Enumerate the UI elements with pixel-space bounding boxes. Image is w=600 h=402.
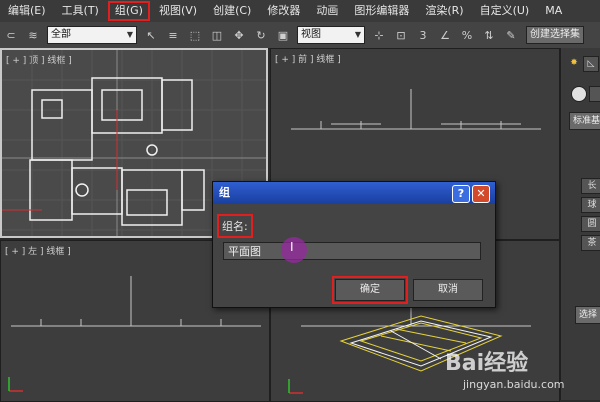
- object-type-dropdown[interactable]: 标准基: [569, 112, 600, 130]
- pivot-icon[interactable]: ⊹: [370, 26, 388, 44]
- dialog-titlebar[interactable]: 组 ? ✕: [213, 182, 495, 204]
- baidu-watermark: Bai经验 jingyan.baidu.com: [445, 345, 595, 400]
- sphere-button[interactable]: 球: [581, 197, 600, 213]
- menu-views[interactable]: 视图(V): [151, 0, 205, 22]
- chevron-down-icon: ▼: [354, 30, 361, 39]
- menu-bar: 编辑(E) 工具(T) 组(G) 视图(V) 创建(C) 修改器 动画 图形编辑…: [0, 0, 600, 23]
- coord-system-value: 视图: [301, 29, 321, 40]
- mirror-icon[interactable]: ⊡: [392, 26, 410, 44]
- select-by-name-icon[interactable]: ≡: [164, 26, 182, 44]
- menu-rendering[interactable]: 渲染(R): [417, 0, 471, 22]
- angle-snap-icon[interactable]: ∠: [436, 26, 454, 44]
- cylinder-button[interactable]: 圆: [581, 216, 600, 232]
- percent-snap-icon[interactable]: %: [458, 26, 476, 44]
- menu-modifiers[interactable]: 修改器: [259, 0, 308, 22]
- link-icon[interactable]: ⊂: [2, 26, 20, 44]
- menu-group[interactable]: 组(G): [107, 0, 151, 22]
- create-tab-icon[interactable]: ✸: [567, 56, 581, 70]
- watermark-url: jingyan.baidu.com: [463, 378, 565, 391]
- menu-customize[interactable]: 自定义(U): [472, 0, 538, 22]
- scale-icon[interactable]: ▣: [274, 26, 292, 44]
- cursor-highlight: [281, 237, 307, 263]
- move-icon[interactable]: ✥: [230, 26, 248, 44]
- group-dialog: 组 ? ✕ 组名: 平面图 I 确定 取消: [212, 181, 496, 308]
- box-button[interactable]: 长: [581, 178, 600, 194]
- teapot-button[interactable]: 茶: [581, 235, 600, 251]
- edit-named-selection-icon[interactable]: ✎: [502, 26, 520, 44]
- rotate-icon[interactable]: ↻: [252, 26, 270, 44]
- menu-animation[interactable]: 动画: [308, 0, 346, 22]
- shapes-icon[interactable]: [589, 86, 600, 102]
- rect-selection-icon[interactable]: ⬚: [186, 26, 204, 44]
- selection-filter-value: 全部: [51, 29, 71, 40]
- dialog-title: 组: [219, 186, 230, 199]
- selection-dropdown[interactable]: 选择: [575, 306, 600, 324]
- help-button[interactable]: ?: [452, 185, 470, 203]
- coord-system-dropdown[interactable]: 视图 ▼: [297, 26, 365, 44]
- watermark-logo: Bai经验: [445, 351, 529, 376]
- ok-button[interactable]: 确定: [332, 276, 408, 304]
- window-crossing-icon[interactable]: ◫: [208, 26, 226, 44]
- menu-maxscript[interactable]: MA: [537, 0, 570, 22]
- menu-edit[interactable]: 编辑(E): [0, 0, 54, 22]
- main-toolbar: ⊂ ≋ 全部 ▼ ↖ ≡ ⬚ ◫ ✥ ↻ ▣ 视图 ▼ ⊹ ⊡ 3 ∠ % ⇅ …: [0, 22, 600, 49]
- geometry-icon[interactable]: [571, 86, 587, 102]
- spacewarp-icon[interactable]: ≋: [24, 26, 42, 44]
- select-object-icon[interactable]: ↖: [142, 26, 160, 44]
- chevron-down-icon: ▼: [126, 30, 133, 39]
- snap-icon[interactable]: 3: [414, 26, 432, 44]
- named-selection-field[interactable]: 创建选择集: [526, 26, 584, 44]
- menu-tools[interactable]: 工具(T): [54, 0, 107, 22]
- modify-tab-icon[interactable]: ◺: [583, 56, 599, 72]
- menu-graph-editors[interactable]: 图形编辑器: [346, 0, 417, 22]
- cancel-button[interactable]: 取消: [413, 279, 483, 301]
- spinner-snap-icon[interactable]: ⇅: [480, 26, 498, 44]
- group-name-input[interactable]: 平面图: [223, 242, 481, 260]
- selection-filter-dropdown[interactable]: 全部 ▼: [47, 26, 137, 44]
- group-name-label: 组名:: [217, 214, 253, 238]
- close-button[interactable]: ✕: [472, 185, 490, 203]
- text-cursor-icon: I: [290, 240, 294, 254]
- menu-create[interactable]: 创建(C): [205, 0, 259, 22]
